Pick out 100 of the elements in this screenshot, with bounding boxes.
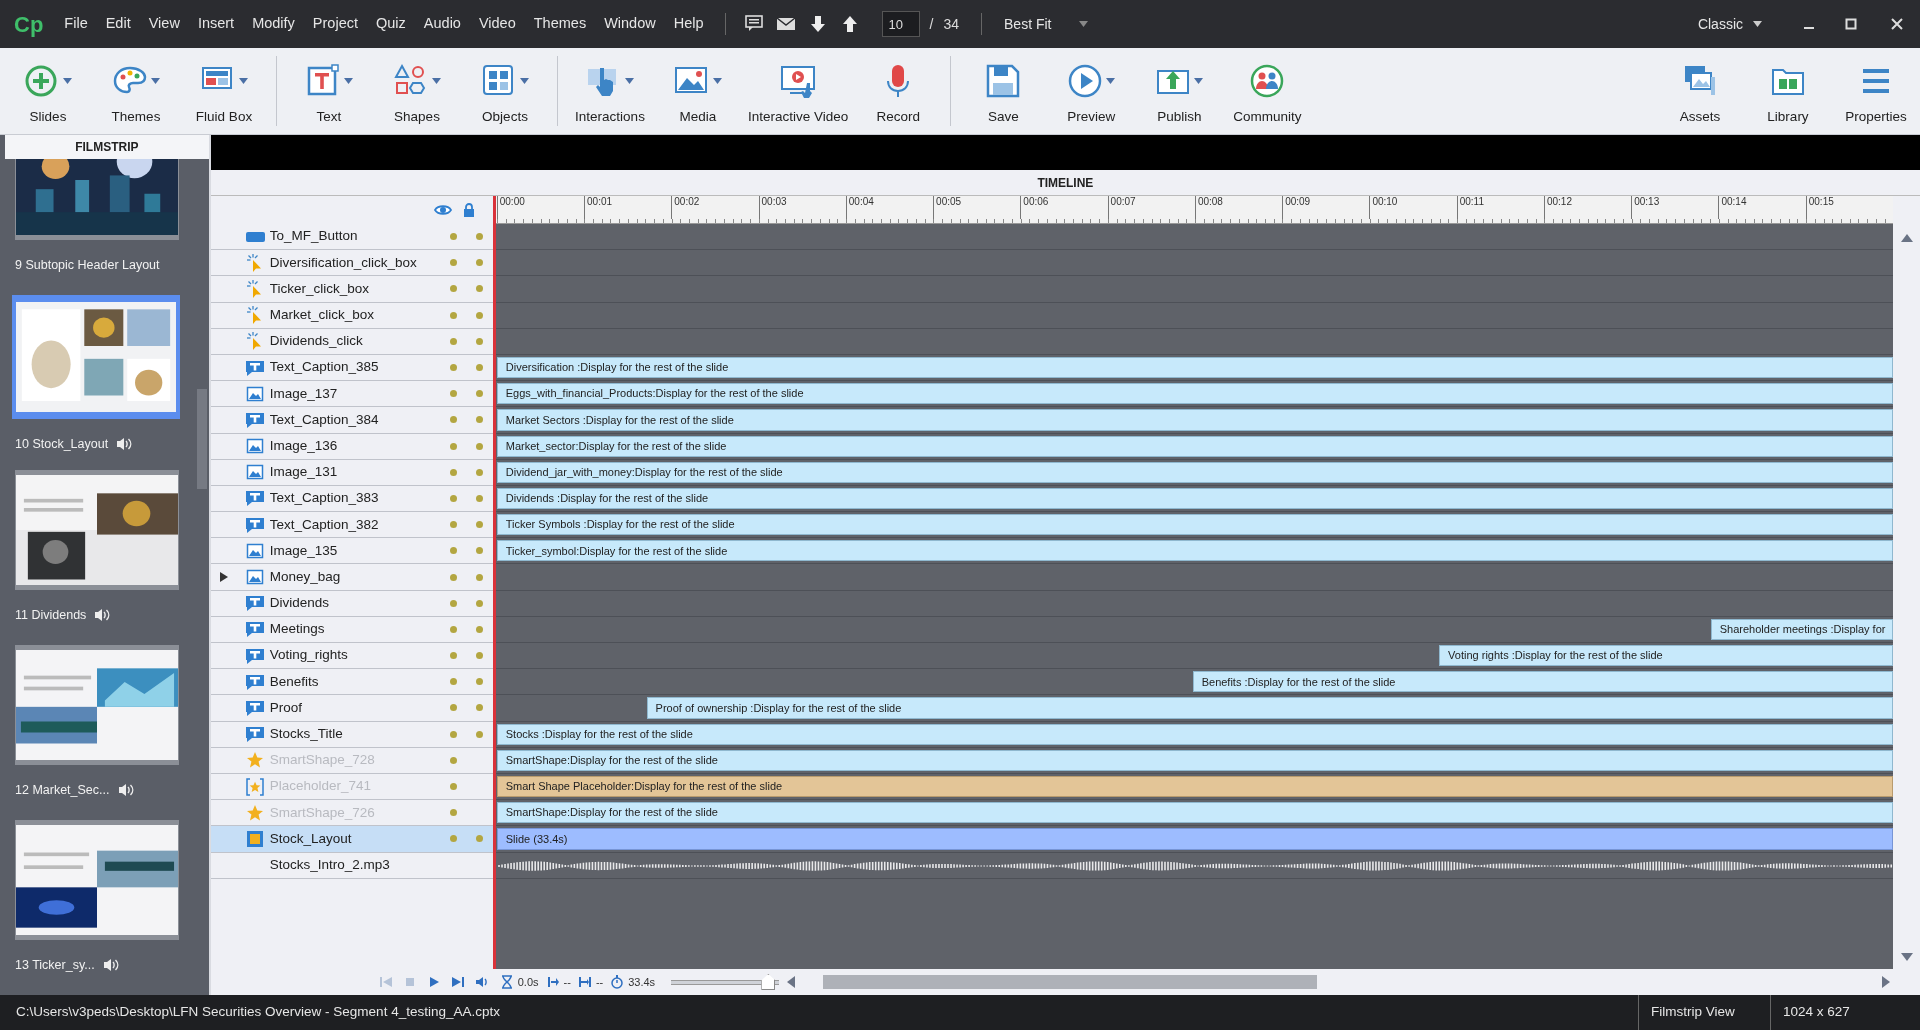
layer-row[interactable]: Image_137 [210, 381, 493, 408]
scroll-up-icon[interactable] [1900, 234, 1913, 242]
lock-dot[interactable] [476, 835, 484, 843]
layer-row[interactable]: Stock_Layout [210, 826, 493, 853]
visibility-dot[interactable] [450, 809, 458, 817]
timeline-bar[interactable]: Market Sectors :Display for the rest of the slide [496, 409, 1893, 431]
toolbar-button[interactable]: Themes [92, 54, 180, 128]
toolbar-button[interactable]: Record [854, 54, 943, 128]
menu-item[interactable]: Window [595, 9, 665, 39]
toolbar-button[interactable]: Preview [1047, 54, 1136, 128]
lock-dot[interactable] [476, 547, 484, 555]
visibility-dot[interactable] [450, 599, 458, 607]
lock-dot[interactable] [476, 233, 484, 241]
visibility-dot[interactable] [450, 416, 458, 424]
timeline-bar[interactable]: Dividend_jar_with_money:Display for the rest of the slide [496, 461, 1893, 483]
visibility-dot[interactable] [450, 364, 458, 372]
layer-row[interactable]: Stocks_Title [210, 721, 493, 748]
lock-dot[interactable] [476, 678, 484, 686]
toolbar-button[interactable]: Interactions [566, 54, 654, 128]
layer-row[interactable]: Dividends_click [210, 328, 493, 355]
menu-item[interactable]: Project [303, 9, 367, 39]
scrollbar-thumb[interactable] [196, 388, 207, 489]
comment-icon[interactable] [743, 14, 764, 34]
visibility-dot[interactable] [450, 756, 458, 764]
timeline-bar[interactable]: Dividends :Display for the rest of the slide [496, 487, 1893, 510]
menu-item[interactable]: Quiz [367, 9, 415, 39]
lock-dot[interactable] [476, 599, 484, 607]
lock-dot[interactable] [476, 259, 484, 267]
visibility-dot[interactable] [450, 521, 458, 529]
layer-row[interactable]: Diversification_click_box [210, 250, 493, 277]
menu-item[interactable]: Video [469, 9, 525, 39]
slide-number-field[interactable]: 10 [881, 11, 920, 37]
visibility-dot[interactable] [450, 468, 458, 476]
menu-item[interactable]: Edit [96, 9, 140, 39]
stopwatch-icon[interactable] [611, 975, 624, 989]
playhead[interactable] [492, 196, 496, 969]
timeline-bar[interactable]: Stocks :Display for the rest of the slide [496, 723, 1893, 745]
visibility-dot[interactable] [450, 573, 458, 581]
slider-thumb[interactable] [761, 974, 776, 990]
layer-row[interactable]: Market_click_box [210, 302, 493, 329]
layer-row[interactable]: Voting_rights [210, 643, 493, 670]
timeline-bar[interactable]: Proof of ownership :Display for the rest of the slide [646, 697, 1893, 719]
lock-dot[interactable] [476, 521, 484, 529]
visibility-dot[interactable] [450, 625, 458, 633]
speaker-icon[interactable] [474, 975, 489, 989]
lock-dot[interactable] [476, 442, 484, 450]
scrollbar-thumb[interactable] [822, 975, 1318, 989]
visibility-dot[interactable] [450, 285, 458, 293]
hourglass-icon[interactable] [500, 975, 513, 989]
toolbar-button[interactable]: Text [285, 54, 373, 128]
toolbar-button[interactable]: Shapes [373, 54, 461, 128]
layer-row[interactable]: Image_135 [210, 538, 493, 565]
timeline-bar[interactable]: Ticker_symbol:Display for the rest of the slide [496, 540, 1893, 562]
toolbar-button[interactable]: Publish [1135, 54, 1224, 128]
menu-item[interactable]: Help [664, 9, 713, 39]
layer-row[interactable]: To_MF_Button [210, 224, 493, 251]
toolbar-button[interactable]: Interactive Video [742, 54, 855, 128]
lock-dot[interactable] [476, 704, 484, 712]
visibility-dot[interactable] [450, 652, 458, 660]
layer-row[interactable]: Text_Caption_383 [210, 485, 493, 513]
layer-row[interactable]: Meetings [210, 616, 493, 643]
lock-dot[interactable] [476, 573, 484, 581]
span-marker-icon[interactable] [578, 975, 591, 989]
slide-frame[interactable] [12, 294, 180, 419]
toolbar-button[interactable]: Save [959, 54, 1048, 128]
menu-item[interactable]: View [139, 9, 189, 39]
visibility-dot[interactable] [450, 678, 458, 686]
lock-icon[interactable] [462, 203, 475, 217]
timeline-bar[interactable]: Shareholder meetings :Display for [1710, 618, 1893, 640]
scroll-right-icon[interactable] [1882, 976, 1890, 988]
layer-row[interactable]: Ticker_click_box [210, 276, 493, 303]
toolbar-button[interactable]: Community [1223, 54, 1312, 128]
visibility-dot[interactable] [450, 259, 458, 267]
menu-item[interactable]: Modify [243, 9, 304, 39]
layer-row[interactable]: Proof [210, 695, 493, 722]
layer-row[interactable]: Dividends [210, 590, 493, 617]
timeline-bar[interactable]: Eggs_with_financial_Products:Display for the rest of the slide [496, 383, 1893, 405]
scroll-left-icon[interactable] [787, 976, 796, 988]
timeline-bar[interactable]: Smart Shape Placeholder:Display for the rest of the slide [496, 775, 1893, 798]
visibility-dot[interactable] [450, 233, 458, 241]
lock-dot[interactable] [476, 652, 484, 660]
lock-dot[interactable] [476, 625, 484, 633]
visibility-dot[interactable] [450, 442, 458, 450]
layer-row[interactable]: Text_Caption_382 [210, 512, 493, 539]
toolbar-button[interactable]: Objects [461, 54, 549, 128]
layer-row[interactable]: Text_Caption_384 [210, 407, 493, 434]
visibility-dot[interactable] [450, 783, 458, 791]
maximize-icon[interactable] [1844, 17, 1858, 31]
timeline-bar[interactable]: Diversification :Display for the rest of the slide [496, 356, 1893, 379]
visibility-dot[interactable] [450, 311, 458, 319]
toolbar-button[interactable]: Assets [1656, 54, 1744, 128]
lock-dot[interactable] [476, 390, 484, 398]
scroll-down-icon[interactable] [1900, 953, 1913, 961]
toolbar-button[interactable]: Fluid Box [180, 54, 268, 128]
timeline-bar[interactable]: Market_sector:Display for the rest of the slide [496, 435, 1893, 457]
lock-dot[interactable] [476, 468, 484, 476]
menu-item[interactable]: Themes [524, 9, 596, 39]
menu-item[interactable]: File [55, 9, 97, 39]
lock-dot[interactable] [476, 285, 484, 293]
visibility-dot[interactable] [450, 337, 458, 345]
